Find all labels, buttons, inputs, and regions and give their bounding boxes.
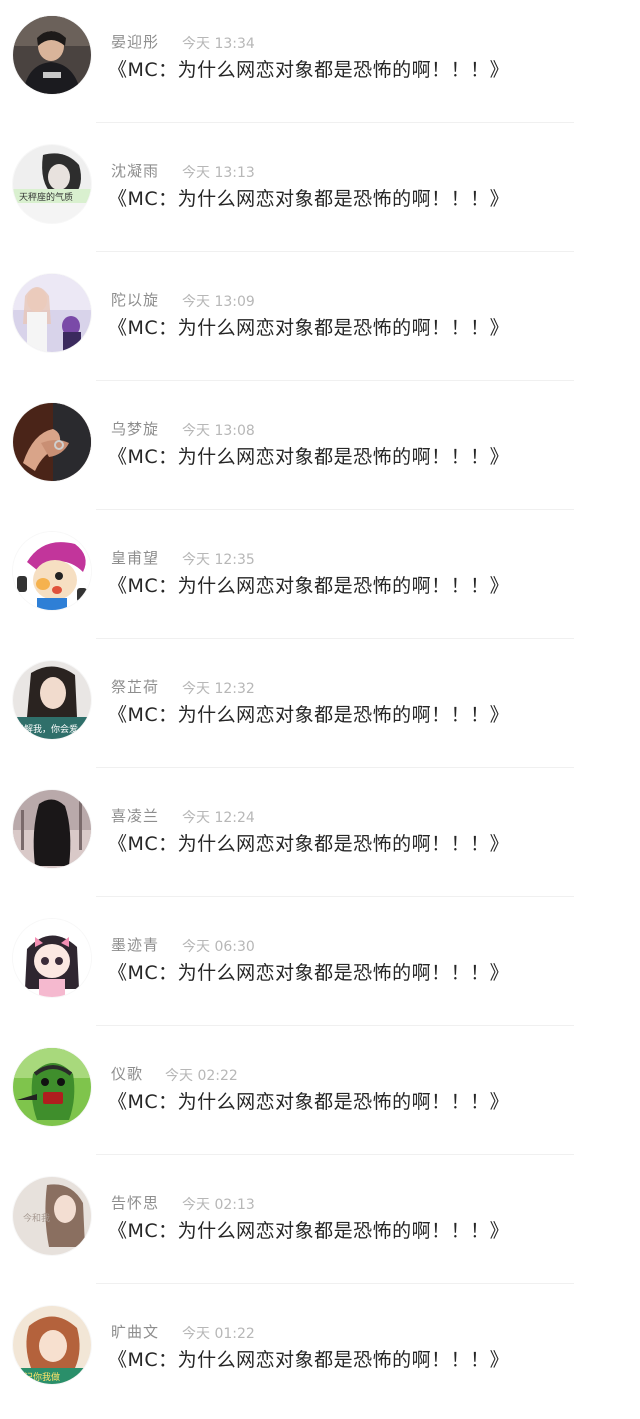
chat-item[interactable]: 天秤座的气质 沈凝雨 今天 13:13 《MC：为什么网恋对象都是恐怖的啊！！！… [0,129,640,258]
contact-name: 皇甫望 [111,549,160,567]
avatar-image: 天秤座的气质 [13,145,91,223]
avatar[interactable]: 今和我 [13,1177,91,1255]
chat-item[interactable]: 墨迹青 今天 06:30 《MC：为什么网恋对象都是恐怖的啊！！！》 [0,903,640,1032]
divider [96,509,574,510]
avatar-image [13,403,91,481]
message-time: 今天 12:24 [182,810,255,826]
contact-name: 晏迎彤 [111,33,160,51]
contact-name: 乌梦旋 [111,420,160,438]
chat-item[interactable]: 陀以旋 今天 13:09 《MC：为什么网恋对象都是恐怖的啊！！！》 [0,258,640,387]
chat-item[interactable]: 了解我，你会爱 祭芷荷 今天 12:32 《MC：为什么网恋对象都是恐怖的啊！！… [0,645,640,774]
divider [96,1025,574,1026]
message-time: 今天 02:13 [182,1197,255,1213]
message-preview: 《MC：为什么网恋对象都是恐怖的啊！！！》 [108,59,510,81]
avatar[interactable] [13,919,91,997]
chat-item[interactable]: 皇甫望 今天 12:35 《MC：为什么网恋对象都是恐怖的啊！！！》 [0,516,640,645]
avatar-caption: 忘记你我做 [15,1371,60,1383]
avatar-image: 忘记你我做 [13,1306,91,1384]
message-time: 今天 01:22 [182,1326,255,1342]
divider [96,251,574,252]
message-preview: 《MC：为什么网恋对象都是恐怖的啊！！！》 [108,188,510,210]
contact-name: 祭芷荷 [111,678,160,696]
chat-item[interactable]: 晏迎彤 今天 13:34 《MC：为什么网恋对象都是恐怖的啊！！！》 [0,0,640,129]
message-preview: 《MC：为什么网恋对象都是恐怖的啊！！！》 [108,704,510,726]
message-time: 今天 12:35 [182,552,255,568]
avatar[interactable] [13,532,91,610]
message-time: 今天 13:08 [182,423,255,439]
message-preview: 《MC：为什么网恋对象都是恐怖的啊！！！》 [108,962,510,984]
divider [96,896,574,897]
contact-name: 陀以旋 [111,291,160,309]
avatar-image [13,16,91,94]
divider [96,380,574,381]
message-preview: 《MC：为什么网恋对象都是恐怖的啊！！！》 [108,575,510,597]
message-preview: 《MC：为什么网恋对象都是恐怖的啊！！！》 [108,833,510,855]
message-preview: 《MC：为什么网恋对象都是恐怖的啊！！！》 [108,1349,510,1371]
message-preview: 《MC：为什么网恋对象都是恐怖的啊！！！》 [108,1220,510,1242]
avatar-image [13,1048,91,1126]
contact-name: 墨迹青 [111,936,160,954]
avatar[interactable] [13,274,91,352]
message-time: 今天 13:34 [182,36,255,52]
chat-item[interactable]: 仪歌 今天 02:22 《MC：为什么网恋对象都是恐怖的啊！！！》 [0,1032,640,1161]
avatar[interactable] [13,403,91,481]
avatar-caption: 天秤座的气质 [19,191,73,203]
avatar-image: 了解我，你会爱 [13,661,91,739]
avatar-image [13,919,91,997]
avatar[interactable]: 忘记你我做 [13,1306,91,1384]
avatar-image [13,790,91,868]
message-preview: 《MC：为什么网恋对象都是恐怖的啊！！！》 [108,1091,510,1113]
avatar[interactable]: 天秤座的气质 [13,145,91,223]
contact-name: 告怀思 [111,1194,160,1212]
divider [96,122,574,123]
avatar-caption: 今和我 [23,1212,50,1224]
avatar[interactable] [13,1048,91,1126]
message-preview: 《MC：为什么网恋对象都是恐怖的啊！！！》 [108,446,510,468]
chat-item[interactable]: 忘记你我做 旷曲文 今天 01:22 《MC：为什么网恋对象都是恐怖的啊！！！》 [0,1290,640,1419]
divider [96,1283,574,1284]
avatar[interactable] [13,790,91,868]
divider [96,638,574,639]
message-time: 今天 06:30 [182,939,255,955]
chat-list: 晏迎彤 今天 13:34 《MC：为什么网恋对象都是恐怖的啊！！！》 天秤座的气… [0,0,640,1384]
avatar-image [13,274,91,352]
chat-item[interactable]: 今和我 告怀思 今天 02:13 《MC：为什么网恋对象都是恐怖的啊！！！》 [0,1161,640,1290]
contact-name: 旷曲文 [111,1323,160,1341]
chat-item[interactable]: 乌梦旋 今天 13:08 《MC：为什么网恋对象都是恐怖的啊！！！》 [0,387,640,516]
avatar-image [13,532,91,610]
message-time: 今天 13:09 [182,294,255,310]
message-preview: 《MC：为什么网恋对象都是恐怖的啊！！！》 [108,317,510,339]
chat-item[interactable]: 喜凌兰 今天 12:24 《MC：为什么网恋对象都是恐怖的啊！！！》 [0,774,640,903]
divider [96,767,574,768]
contact-name: 沈凝雨 [111,162,160,180]
message-time: 今天 13:13 [182,165,255,181]
message-time: 今天 02:22 [165,1068,238,1084]
avatar[interactable] [13,16,91,94]
contact-name: 仪歌 [111,1065,144,1083]
contact-name: 喜凌兰 [111,807,160,825]
avatar-image: 今和我 [13,1177,91,1255]
avatar[interactable]: 了解我，你会爱 [13,661,91,739]
avatar-caption: 了解我，你会爱 [15,723,78,735]
message-time: 今天 12:32 [182,681,255,697]
divider [96,1154,574,1155]
